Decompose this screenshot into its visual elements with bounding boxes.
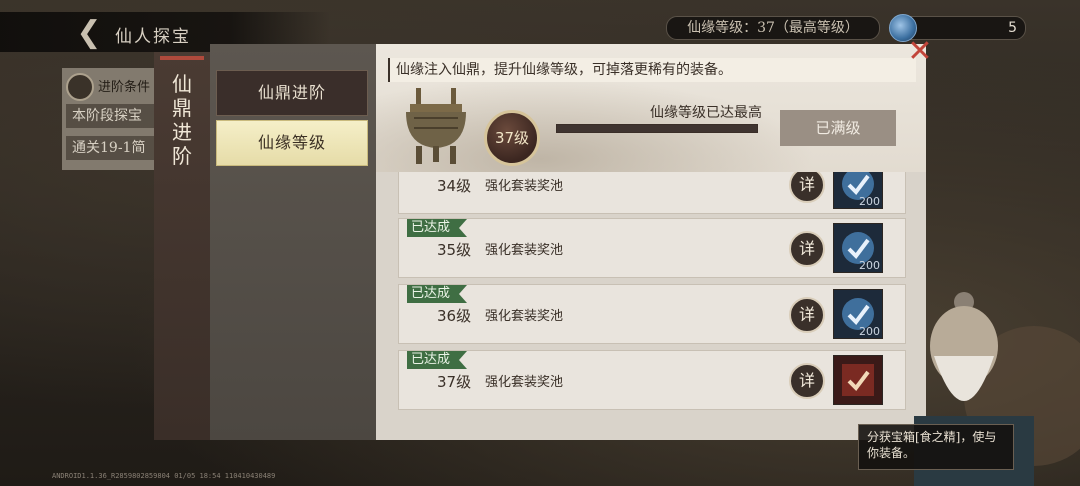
cauldron-icon	[406, 88, 466, 164]
achieved-badge: 已达成	[407, 285, 467, 303]
build-info: ANDROID1.1.36_R2859802859804 01/05 18:54…	[52, 472, 276, 480]
detail-button[interactable]: 详	[789, 363, 825, 399]
reward-count: 200	[859, 259, 880, 272]
npc-speech-bubble: 分获宝箱[食之精]，使与你装备。	[858, 424, 1014, 470]
achieved-badge: 已达成	[407, 219, 467, 237]
reward-count: 200	[859, 325, 880, 338]
blue-check-icon[interactable]: 200	[833, 172, 883, 209]
level-list[interactable]: 34级 强化套装奖池 详 200 已达成 35级 强化套装奖池 详 200 已达…	[398, 172, 906, 440]
detail-button[interactable]: 详	[789, 231, 825, 267]
progress-fill	[557, 125, 757, 132]
red-check-icon[interactable]	[833, 355, 883, 405]
list-item: 已达成 36级 强化套装奖池 详 200	[398, 284, 906, 344]
content-panel: 仙缘注入仙鼎，提升仙缘等级，可掉落更稀有的装备。 37级 仙缘等级已达最高 已满…	[376, 44, 926, 440]
notice-text: 仙缘注入仙鼎，提升仙缘等级，可掉落更稀有的装备。	[388, 58, 916, 82]
upgrade-modal: 仙鼎进阶 仙鼎进阶 仙缘等级 仙缘注入仙鼎，提升仙缘等级，可掉落更稀有的装备。 …	[154, 44, 926, 440]
blue-check-icon[interactable]: 200	[833, 223, 883, 273]
detail-button[interactable]: 详	[789, 172, 825, 203]
avatar	[66, 73, 94, 101]
currency-value: 5	[1008, 20, 1017, 36]
maxed-button[interactable]: 已满级	[780, 110, 896, 146]
row-level: 34级	[437, 177, 472, 195]
progress-label: 仙缘等级已达最高	[650, 105, 762, 121]
menu-column: 仙鼎进阶 仙缘等级	[210, 44, 376, 440]
achieved-badge: 已达成	[407, 351, 467, 369]
level-header: 仙缘注入仙鼎，提升仙缘等级，可掉落更稀有的装备。 37级 仙缘等级已达最高 已满…	[376, 44, 926, 172]
list-item: 已达成 35级 强化套装奖池 详 200	[398, 218, 906, 278]
row-description: 强化套装奖池	[485, 309, 564, 324]
row-level: 36级	[437, 307, 472, 325]
reward-count: 200	[859, 195, 880, 208]
blue-check-icon[interactable]: 200	[833, 289, 883, 339]
level-progress-bar	[556, 124, 758, 133]
list-item: 34级 强化套装奖池 详 200	[398, 172, 906, 214]
side-condition-card: 进阶条件 本阶段探宝 通关19-1简	[62, 68, 162, 170]
row-description: 强化套装奖池	[485, 375, 564, 390]
tab-cauldron-advance[interactable]: 仙鼎进阶	[216, 70, 368, 116]
tab-fate-level[interactable]: 仙缘等级	[216, 120, 368, 166]
vertical-title-tab: 仙鼎进阶	[154, 52, 212, 440]
row-description: 强化套装奖池	[485, 243, 564, 258]
row-level: 37级	[437, 373, 472, 391]
condition-line: 本阶段探宝	[66, 104, 162, 128]
row-level: 35级	[437, 241, 472, 259]
level-status: 仙缘等级：37（最高等级）	[666, 16, 880, 40]
condition-title: 进阶条件	[98, 80, 151, 95]
close-x-icon[interactable]: ✕	[904, 36, 936, 68]
row-description: 强化套装奖池	[485, 179, 564, 194]
condition-line: 通关19-1简	[66, 136, 162, 160]
back-arrow-icon[interactable]: ❮	[72, 16, 106, 50]
current-level-badge: 37级	[484, 110, 540, 166]
list-item: 已达成 37级 强化套装奖池 详	[398, 350, 906, 410]
vertical-title: 仙鼎进阶	[172, 72, 192, 168]
detail-button[interactable]: 详	[789, 297, 825, 333]
